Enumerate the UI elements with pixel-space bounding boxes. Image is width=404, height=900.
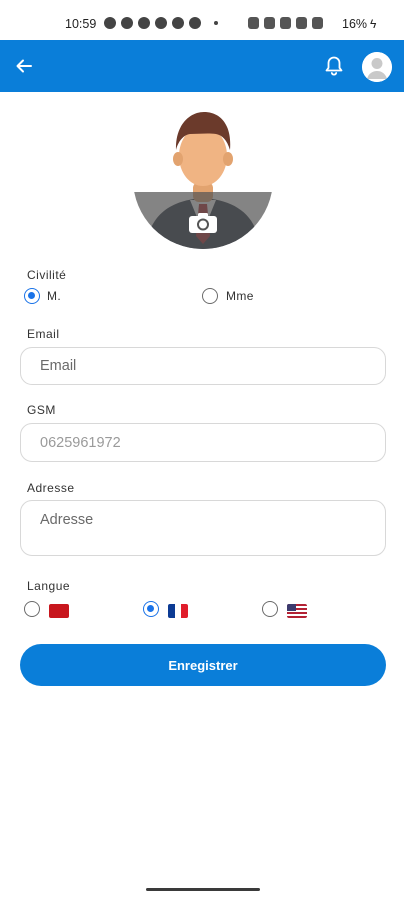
whatsapp-icon xyxy=(104,17,116,29)
battery-level: 16% xyxy=(342,17,368,31)
arrow-left-icon xyxy=(16,59,32,73)
home-indicator[interactable] xyxy=(146,888,260,891)
language-radio-french[interactable] xyxy=(143,601,159,617)
status-bar: 10:59 16% ϟ xyxy=(0,0,404,40)
morocco-flag-icon xyxy=(49,604,69,618)
address-label: Adresse xyxy=(27,481,75,495)
change-photo-button[interactable] xyxy=(188,212,218,234)
app-icon xyxy=(155,17,167,29)
language-radio-english[interactable] xyxy=(262,601,278,617)
address-field[interactable] xyxy=(21,501,385,555)
bell-icon xyxy=(325,56,343,76)
more-dot-icon xyxy=(214,21,218,25)
civility-radio-mme[interactable] xyxy=(202,288,218,304)
gsm-field[interactable] xyxy=(21,424,385,461)
gsm-field-container xyxy=(20,423,386,462)
app-bar xyxy=(0,40,404,92)
civility-option-m-label: M. xyxy=(47,289,62,303)
email-label: Email xyxy=(27,327,60,341)
system-icons xyxy=(248,17,323,29)
usa-flag-icon xyxy=(287,604,307,618)
vibrate-icon xyxy=(264,17,275,29)
notification-icons xyxy=(104,17,226,29)
notification-button[interactable] xyxy=(320,52,348,80)
civility-radio-m[interactable] xyxy=(24,288,40,304)
alarm-icon xyxy=(248,17,259,29)
user-avatar-icon xyxy=(362,52,392,82)
save-button[interactable]: Enregistrer xyxy=(20,644,386,686)
alarm-icon xyxy=(189,17,201,29)
language-label: Langue xyxy=(27,579,71,593)
camera-icon xyxy=(189,213,217,233)
status-time: 10:59 xyxy=(65,17,97,31)
gsm-label: GSM xyxy=(27,403,56,417)
phone-icon xyxy=(172,17,184,29)
wifi-icon xyxy=(296,17,307,29)
language-radio-arabic[interactable] xyxy=(24,601,40,617)
signal-icon xyxy=(312,17,323,29)
email-field[interactable] xyxy=(21,348,385,384)
profile-button[interactable] xyxy=(362,52,392,82)
address-field-container xyxy=(20,500,386,556)
slack-icon xyxy=(121,17,133,29)
civility-label: Civilité xyxy=(27,268,67,282)
civility-option-mme-label: Mme xyxy=(226,289,254,303)
app-icon xyxy=(138,17,150,29)
france-flag-icon xyxy=(168,604,188,618)
bluetooth-icon xyxy=(280,17,291,29)
email-field-container xyxy=(20,347,386,385)
charging-icon: ϟ xyxy=(370,17,377,31)
back-button[interactable] xyxy=(10,52,38,80)
